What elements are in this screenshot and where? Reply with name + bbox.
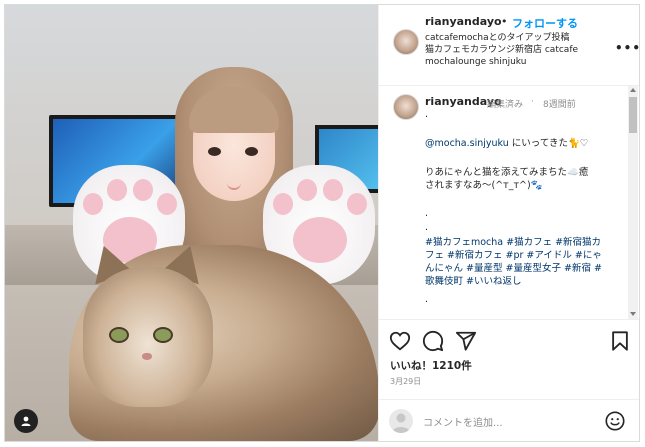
caption-line-2a: りあにゃんと猫を添えてみまちた☁️癒 — [425, 167, 589, 178]
like-count[interactable]: いいね！1210件 — [390, 358, 472, 373]
location-line-1[interactable]: 猫カフェモカラウンジ新宿店 catcafe — [425, 44, 578, 56]
photo-eye-left — [208, 147, 221, 156]
comment-icon[interactable] — [422, 330, 444, 352]
share-icon[interactable] — [455, 330, 477, 352]
caption-dot: . — [425, 109, 429, 120]
mention-rest-text: にいってきた🐈♡ — [508, 138, 589, 149]
tagged-users-button[interactable] — [14, 409, 38, 433]
mention-link[interactable]: @mocha.sinjyuku — [425, 138, 509, 149]
caption-scrollbar[interactable] — [628, 86, 638, 319]
scrollbar-thumb[interactable] — [629, 97, 637, 133]
author-avatar[interactable] — [393, 29, 419, 55]
author-username[interactable]: rianyandayo — [425, 15, 502, 28]
hashtags-line-2[interactable]: フェ #新宿カフェ #pr #アイドル #にゃ — [425, 249, 621, 262]
hashtags-line-1[interactable]: #猫カフェmocha #猫カフェ #新宿猫カ — [425, 236, 621, 249]
post-actions: いいね！1210件 3月29日 — [379, 319, 639, 400]
photo-eye-right — [245, 147, 258, 156]
caption-dot: . — [425, 222, 429, 233]
caption-line-2b: されますなあ〜(^т_т^)🐾 — [425, 180, 543, 191]
scroll-down-arrow-icon[interactable] — [630, 312, 636, 316]
post-header: rianyandayo • フォローする catcafemochaとのタイアップ… — [379, 5, 639, 86]
caption-separator: · — [531, 97, 534, 107]
post-photo[interactable] — [5, 5, 378, 441]
photo-cat-eye-right — [153, 327, 173, 343]
bookmark-icon[interactable] — [609, 330, 631, 352]
post-side-panel: rianyandayo • フォローする catcafemochaとのタイアップ… — [378, 5, 639, 441]
caption-area[interactable]: rianyandayo 編集済み · 8週間前 . @mocha.sinjyuk… — [379, 86, 639, 319]
photo-cat-nose — [142, 353, 152, 360]
hashtags-line-4[interactable]: 歌舞伎町 #いいね返し — [425, 275, 621, 288]
user-icon — [21, 416, 31, 426]
header-separator: • — [501, 15, 508, 28]
emoji-icon[interactable] — [604, 410, 626, 432]
photo-cat-eye-left — [109, 327, 129, 343]
caption-avatar[interactable] — [393, 94, 419, 120]
post-date[interactable]: 3月29日 — [390, 376, 421, 387]
photo-cat-head — [83, 267, 213, 407]
comment-bar: コメントを追加... — [379, 399, 639, 441]
collab-line[interactable]: catcafemochaとのタイアップ投稿 — [425, 32, 570, 44]
caption-dot: . — [425, 208, 429, 219]
heart-icon[interactable] — [389, 330, 411, 352]
hashtags-line-3[interactable]: んにゃん #量産型 #量産型女子 #新宿 # — [425, 262, 621, 275]
comment-input[interactable]: コメントを追加... — [423, 414, 503, 429]
follow-button[interactable]: フォローする — [512, 15, 578, 31]
more-options-icon[interactable]: ••• — [615, 41, 639, 55]
scroll-up-arrow-icon[interactable] — [630, 88, 636, 92]
location-line-2[interactable]: mochalounge shinjuku — [425, 56, 526, 68]
caption-line-mention: @mocha.sinjyuku にいってきた🐈♡ — [425, 137, 621, 150]
commenter-avatar — [389, 409, 413, 433]
caption-dot: . — [425, 294, 429, 305]
default-avatar-icon — [392, 413, 410, 433]
instagram-post-modal: rianyandayo • フォローする catcafemochaとのタイアップ… — [4, 4, 640, 442]
